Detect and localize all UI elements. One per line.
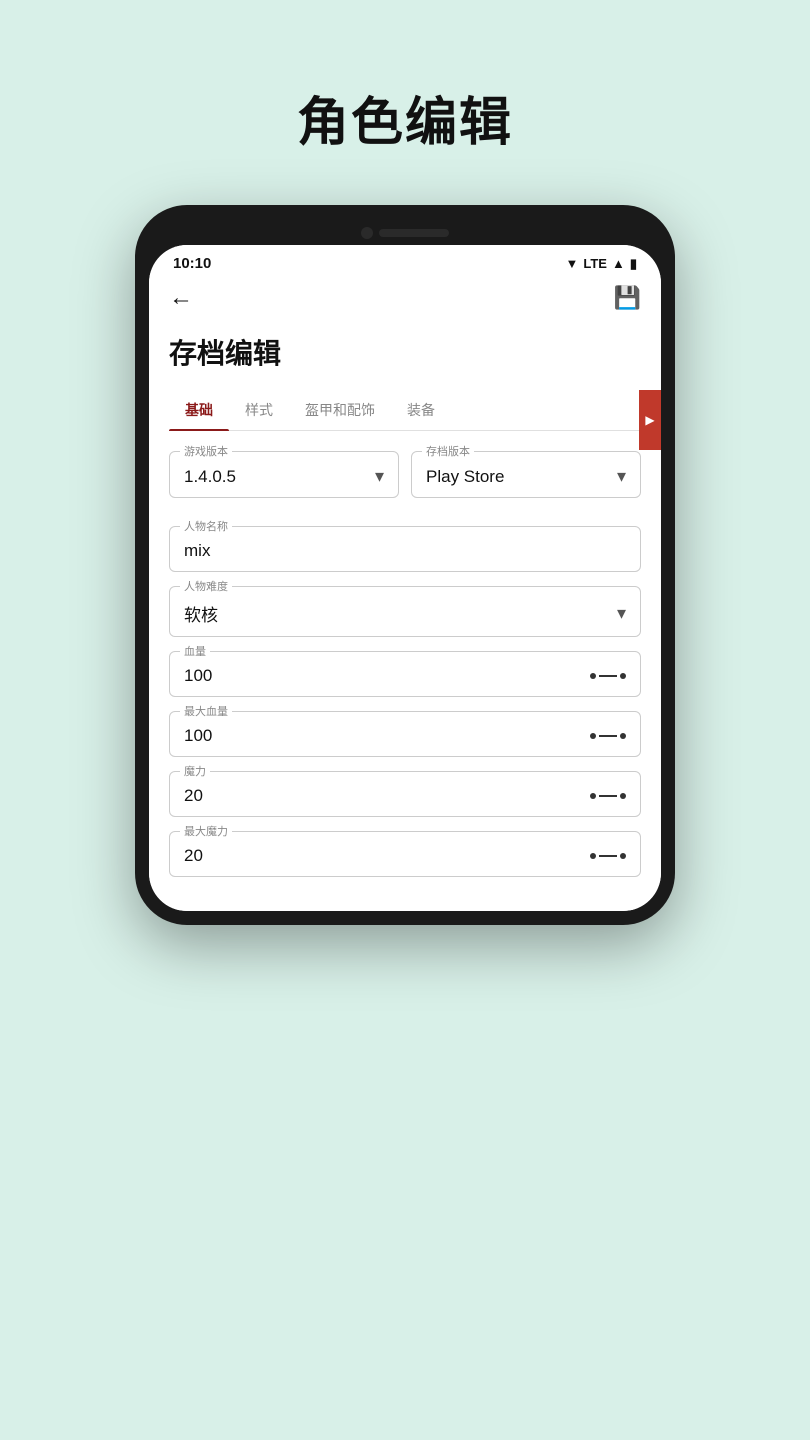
max-mp-label: 最大魔力 bbox=[180, 823, 232, 839]
difficulty-dropdown-icon: ▾ bbox=[617, 603, 626, 624]
status-bar: 10:10 ▼ LTE ▲ ▮ bbox=[149, 245, 661, 278]
game-version-dropdown-icon: ▾ bbox=[375, 466, 384, 487]
hp-value: 100 bbox=[184, 666, 212, 686]
game-version-value: 1.4.0.5 bbox=[184, 467, 236, 487]
tabs-container: 基础 样式 盔甲和配饰 装备 ▶ bbox=[149, 390, 661, 451]
difficulty-field[interactable]: 人物难度 软核 ▾ bbox=[169, 586, 641, 637]
tab-style[interactable]: 样式 bbox=[229, 390, 289, 430]
max-mp-field[interactable]: 最大魔力 20 bbox=[169, 831, 641, 877]
mp-label: 魔力 bbox=[180, 763, 210, 779]
save-version-dropdown-icon: ▾ bbox=[617, 466, 626, 487]
tab-equipment[interactable]: 装备 bbox=[391, 390, 451, 430]
phone-camera bbox=[361, 227, 373, 239]
phone-screen: 10:10 ▼ LTE ▲ ▮ ← 💾 存档编辑 基础 样式 盔甲和配饰 装备 bbox=[149, 245, 661, 911]
tab-armor[interactable]: 盔甲和配饰 bbox=[289, 390, 391, 430]
page-title: 角色编辑 bbox=[297, 80, 513, 155]
tab-overflow-indicator: ▶ bbox=[639, 390, 661, 450]
phone-speaker bbox=[379, 229, 449, 237]
max-mp-stepper[interactable] bbox=[590, 853, 626, 859]
tab-basics[interactable]: 基础 bbox=[169, 390, 229, 430]
screen-title: 存档编辑 bbox=[169, 332, 641, 372]
battery-icon: ▮ bbox=[630, 256, 637, 272]
max-mp-value-row: 20 bbox=[184, 846, 626, 866]
difficulty-label: 人物难度 bbox=[180, 578, 232, 594]
hp-stepper[interactable] bbox=[590, 673, 626, 679]
status-time: 10:10 bbox=[173, 255, 211, 272]
phone-notch bbox=[149, 219, 661, 245]
difficulty-value: 软核 bbox=[184, 601, 218, 626]
character-name-field[interactable]: 人物名称 mix bbox=[169, 526, 641, 572]
mp-value-row: 20 bbox=[184, 786, 626, 806]
phone-wrapper: 10:10 ▼ LTE ▲ ▮ ← 💾 存档编辑 基础 样式 盔甲和配饰 装备 bbox=[135, 205, 675, 925]
app-bar: ← 💾 bbox=[149, 278, 661, 322]
character-name-value: mix bbox=[184, 541, 626, 561]
game-version-value-row: 1.4.0.5 ▾ bbox=[184, 466, 384, 487]
save-version-value-row: Play Store ▾ bbox=[426, 466, 626, 487]
game-version-label: 游戏版本 bbox=[180, 443, 232, 459]
max-hp-value: 100 bbox=[184, 726, 212, 746]
version-row: 游戏版本 1.4.0.5 ▾ 存档版本 Play Store ▾ bbox=[169, 451, 641, 512]
mp-stepper[interactable] bbox=[590, 793, 626, 799]
save-version-field[interactable]: 存档版本 Play Store ▾ bbox=[411, 451, 641, 498]
mp-field[interactable]: 魔力 20 bbox=[169, 771, 641, 817]
max-hp-label: 最大血量 bbox=[180, 703, 232, 719]
signal-icon: ▲ bbox=[612, 256, 625, 271]
difficulty-value-row: 软核 ▾ bbox=[184, 601, 626, 626]
max-hp-value-row: 100 bbox=[184, 726, 626, 746]
save-version-label: 存档版本 bbox=[422, 443, 474, 459]
max-hp-field[interactable]: 最大血量 100 bbox=[169, 711, 641, 757]
back-button[interactable]: ← bbox=[169, 284, 193, 312]
status-icons: ▼ LTE ▲ ▮ bbox=[566, 256, 638, 272]
hp-value-row: 100 bbox=[184, 666, 626, 686]
max-hp-stepper[interactable] bbox=[590, 733, 626, 739]
wifi-icon: ▼ bbox=[566, 256, 579, 271]
character-name-label: 人物名称 bbox=[180, 518, 232, 534]
mp-value: 20 bbox=[184, 786, 203, 806]
hp-label: 血量 bbox=[180, 643, 210, 659]
lte-label: LTE bbox=[583, 256, 607, 271]
save-version-value: Play Store bbox=[426, 467, 504, 487]
max-mp-value: 20 bbox=[184, 846, 203, 866]
screen-content: 存档编辑 基础 样式 盔甲和配饰 装备 ▶ 游戏版本 1.4.0.5 bbox=[149, 322, 661, 911]
save-button[interactable]: 💾 bbox=[614, 285, 641, 311]
tabs-row: 基础 样式 盔甲和配饰 装备 bbox=[169, 390, 641, 431]
hp-field[interactable]: 血量 100 bbox=[169, 651, 641, 697]
game-version-field[interactable]: 游戏版本 1.4.0.5 ▾ bbox=[169, 451, 399, 498]
